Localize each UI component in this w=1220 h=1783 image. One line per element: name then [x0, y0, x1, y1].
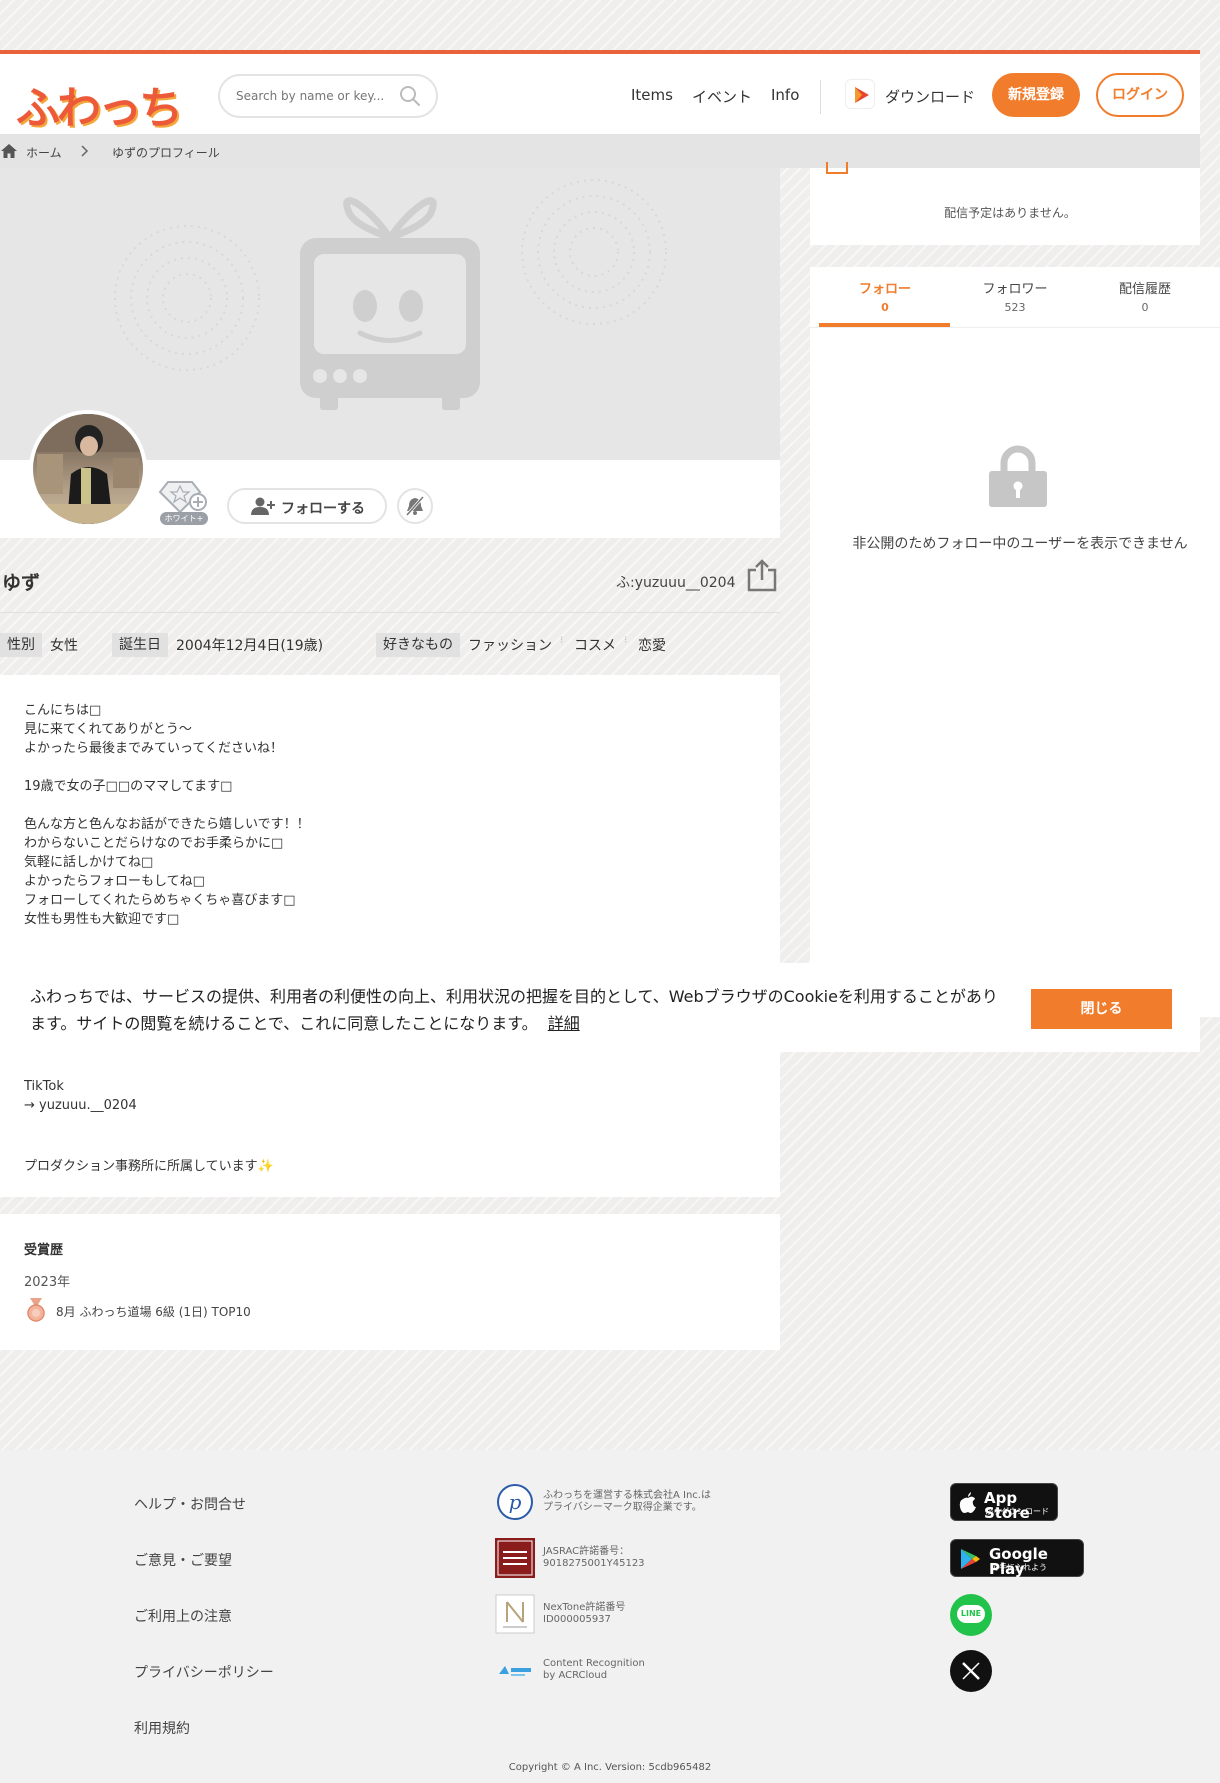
follow-panel [810, 267, 1220, 1017]
cookie-details-link[interactable]: 詳細 [548, 1014, 580, 1033]
tab-divider [810, 327, 1220, 328]
calendar-icon [826, 162, 848, 174]
like-item: ファッション [468, 638, 552, 654]
chevron-right-icon [81, 145, 89, 157]
nav-info[interactable]: Info [771, 86, 799, 104]
gender-label: 性別 [0, 633, 42, 657]
footer-link-terms[interactable]: 利用規約 [134, 1718, 190, 1738]
gender-value: 女性 [50, 638, 78, 654]
bio-line: よかったらフォローもしてね□ [24, 874, 205, 889]
follow-locked-message: 非公開のためフォロー中のユーザーを表示できません [852, 536, 1188, 552]
cookie-close-button[interactable]: 閉じる [1031, 989, 1172, 1029]
download-app-icon[interactable] [845, 79, 875, 109]
breadcrumb-home[interactable]: ホーム [26, 144, 62, 161]
x-twitter-button[interactable] [950, 1650, 992, 1692]
jasrac-text: JASRAC許諾番号： 9018275001Y45123 [543, 1546, 645, 1569]
footer-link-notes[interactable]: ご利用上の注意 [134, 1606, 232, 1626]
bronze-medal-icon [27, 1298, 45, 1322]
follow-button[interactable]: フォローする [227, 488, 387, 524]
line-icon: LINE [957, 1605, 985, 1623]
bio-line: 19歳で女の子□□のママしてます□ [24, 779, 233, 794]
footer-link-privacy[interactable]: プライバシーポリシー [134, 1662, 274, 1682]
app-store-sublabel: からダウンロード [985, 1507, 1049, 1516]
app-store-button[interactable]: App Store からダウンロード [950, 1483, 1058, 1521]
google-play-label: Google Play [989, 1545, 1048, 1578]
home-icon[interactable] [1, 144, 17, 158]
active-tab-indicator [819, 323, 950, 327]
bio-line: → yuzuuu.__0204 [24, 1098, 137, 1113]
awards-title: 受賞歴 [24, 1243, 64, 1258]
app-store-label: App Store [984, 1489, 1030, 1522]
search-input[interactable] [236, 86, 396, 106]
award-item: 8月 ふわっち道場 6級 (1日) TOP10 [56, 1305, 251, 1319]
bio-line: TikTok [24, 1079, 64, 1094]
footer-link-feedback[interactable]: ご意見・ご要望 [134, 1550, 232, 1570]
google-play-button[interactable]: Google Play で手に入れよう [950, 1539, 1084, 1577]
avatar [29, 410, 147, 528]
birthday-label: 誕生日 [112, 633, 168, 657]
awards-year: 2023年 [24, 1275, 71, 1290]
bio-line: 見に来てくれてありがとう〜 [24, 722, 192, 737]
login-button[interactable]: ログイン [1096, 73, 1184, 117]
tab-follow[interactable]: フォロー 0 [820, 278, 950, 314]
like-item: コスメ [574, 638, 616, 654]
bio-line: プロダクション事務所に所属しています✨ [24, 1159, 274, 1174]
site-logo[interactable]: ふわっち [16, 72, 183, 136]
acrcloud-text: Content Recognition by ACRCloud [543, 1658, 645, 1681]
follow-button-label: フォローする [281, 501, 365, 517]
bio-line: わからないことだらけなのでお手柔らかに□ [24, 836, 284, 851]
cookie-message: ふわっちでは、サービスの提供、利用者の利便性の向上、利用状況の把握を目的として、… [30, 987, 998, 1033]
nav-download[interactable]: ダウンロード [885, 86, 975, 107]
bio-line: 気軽に話しかけてね□ [24, 855, 154, 870]
bio-line: 女性も男性も大歓迎です□ [24, 912, 180, 927]
tab-stream-history[interactable]: 配信履歴 0 [1080, 278, 1210, 314]
breadcrumb-current: ゆずのプロフィール [112, 146, 220, 160]
like-separator: ⁝ [560, 635, 564, 646]
share-icon[interactable] [746, 558, 778, 592]
like-separator: ⁝ [624, 635, 628, 646]
mute-notifications-button[interactable] [397, 488, 433, 524]
schedule-empty-text: 配信予定はありません。 [944, 206, 1076, 220]
nextone-license-icon [495, 1594, 535, 1634]
bell-off-icon [405, 496, 425, 516]
profile-handle: ふ:yuzuuu__0204 [616, 575, 736, 591]
acrcloud-icon [499, 1666, 531, 1676]
google-play-icon [961, 1549, 980, 1569]
footer-link-help[interactable]: ヘルプ・お問合せ [134, 1494, 246, 1514]
register-button[interactable]: 新規登録 [992, 73, 1080, 117]
nav-divider [820, 80, 821, 114]
bio-line: こんにちは□ [24, 703, 102, 718]
nextone-text: NexTone許諾番号 ID000005937 [543, 1602, 626, 1625]
cover-mascot-illustration [114, 179, 667, 410]
nav-items[interactable]: Items [631, 86, 673, 104]
search-icon[interactable] [398, 84, 422, 108]
svg-text:p: p [509, 1490, 522, 1514]
bio-line: 色んな方と色んなお話ができたら嬉しいです！！ [24, 817, 310, 832]
like-item: 恋愛 [638, 638, 666, 654]
nav-event[interactable]: イベント [692, 86, 752, 107]
birthday-value: 2004年12月4日(19歳) [176, 638, 324, 654]
awards-card [0, 1214, 780, 1350]
profile-divider [0, 612, 780, 613]
google-play-sublabel: で手に入れよう [991, 1563, 1047, 1572]
bio-line: フォローしてくれたらめちゃくちゃ喜びます□ [24, 893, 296, 908]
apple-icon [959, 1492, 976, 1513]
line-button[interactable]: LINE [950, 1594, 992, 1636]
x-logo-icon [962, 1662, 980, 1680]
tab-followers[interactable]: フォロワー 523 [950, 278, 1080, 314]
copyright: Copyright © A Inc. Version: 5cdb965482 [508, 1762, 712, 1773]
privacy-mark-text: ふわっちを運営する株式会社A Inc.は プライバシーマーク取得企業です。 [543, 1490, 711, 1513]
search-box[interactable] [218, 74, 438, 118]
privacy-mark-icon: p [497, 1484, 533, 1520]
likes-label: 好きなもの [376, 633, 460, 657]
cookie-text: ふわっちでは、サービスの提供、利用者の利便性の向上、利用状況の把握を目的として、… [30, 983, 1010, 1037]
profile-cover [0, 168, 780, 460]
profile-name: ゆず [2, 572, 41, 594]
bio-line: よかったら最後までみていってくださいね！ [24, 741, 283, 756]
lock-icon [989, 445, 1047, 507]
jasrac-license-icon [495, 1538, 535, 1578]
add-user-icon [251, 497, 275, 515]
rank-badge-label: ホワイト+ [160, 512, 208, 525]
